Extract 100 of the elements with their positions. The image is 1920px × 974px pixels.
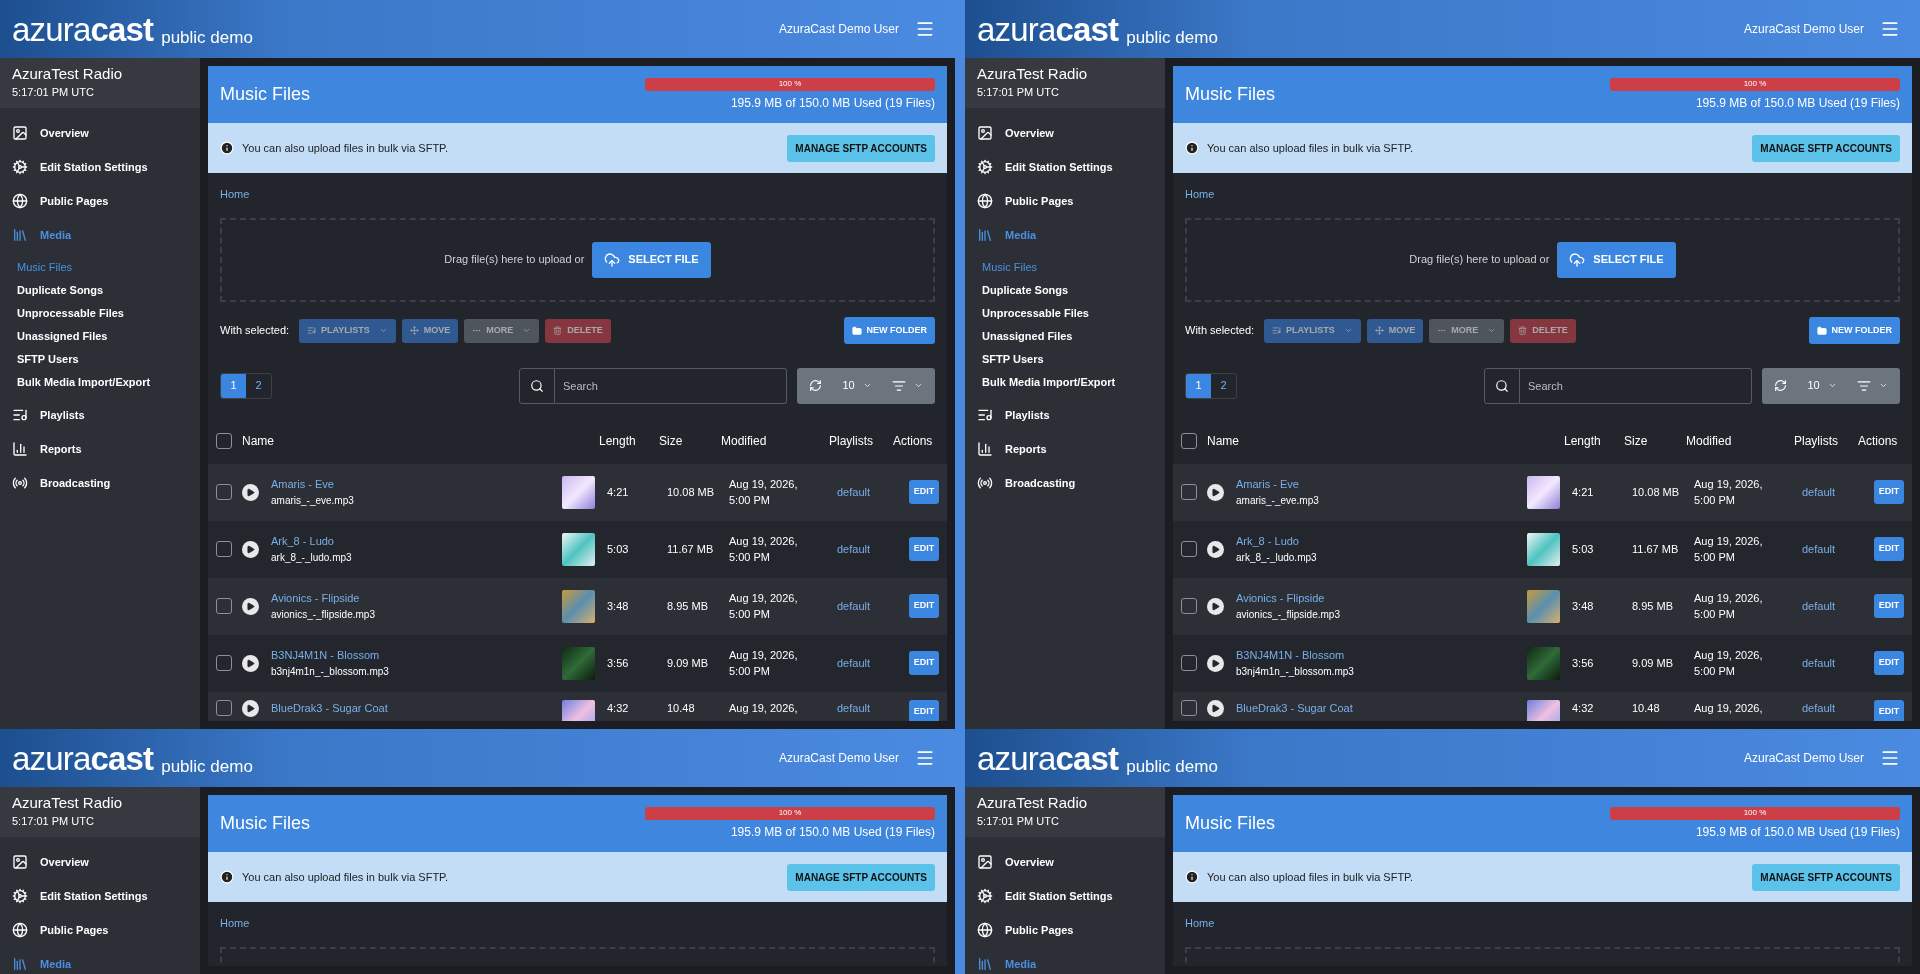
track-title[interactable]: BlueDrak3 - Sugar Coat	[1236, 699, 1527, 716]
manage-sftp-button[interactable]: MANAGE SFTP ACCOUNTS	[1752, 134, 1900, 162]
manage-sftp-button[interactable]: MANAGE SFTP ACCOUNTS	[787, 863, 935, 891]
play-button[interactable]	[242, 699, 259, 717]
logo[interactable]: azuracast	[977, 741, 1119, 775]
nav-item[interactable]: Media	[0, 218, 200, 252]
track-title[interactable]: Ark_8 - Ludo	[1236, 533, 1527, 550]
user-name[interactable]: AzuraCast Demo User	[778, 20, 899, 38]
nav-subitem[interactable]: Unprocessable Files	[0, 302, 200, 325]
menu-icon[interactable]	[915, 19, 935, 39]
dropzone[interactable]: Drag file(s) here to upload or SELECT FILE	[220, 217, 935, 302]
column-header[interactable]: Actions	[893, 431, 939, 450]
logo[interactable]: azuracast	[12, 741, 154, 775]
nav-item[interactable]: Broadcasting	[965, 466, 1165, 500]
menu-icon[interactable]	[915, 748, 935, 768]
user-name[interactable]: AzuraCast Demo User	[1743, 749, 1864, 767]
nav-subitem[interactable]: SFTP Users	[0, 348, 200, 371]
nav-item[interactable]: Public Pages	[0, 184, 200, 218]
table-row[interactable]: Avionics - Flipside avionics_-_flipside.mp3 3:48 8.95 MB Aug 19, 2026, 5:00 PM default EDIT	[1173, 577, 1912, 635]
nav-subitem[interactable]: Duplicate Songs	[0, 279, 200, 302]
nav-subitem[interactable]: Bulk Media Import/Export	[965, 371, 1165, 394]
filter-button[interactable]	[1857, 378, 1888, 393]
per-page-select[interactable]: 10	[1807, 377, 1837, 394]
column-header[interactable]: Length	[1564, 431, 1624, 450]
track-title[interactable]: B3NJ4M1N - Blossom	[271, 647, 562, 664]
new-folder-button[interactable]: NEW FOLDER	[1808, 317, 1900, 344]
logo[interactable]: azuracast	[12, 12, 154, 46]
breadcrumb-link[interactable]: Home	[220, 915, 935, 932]
select-file-button[interactable]: SELECT FILE	[1557, 241, 1676, 278]
manage-sftp-button[interactable]: MANAGE SFTP ACCOUNTS	[787, 134, 935, 162]
nav-item[interactable]: Overview	[0, 116, 200, 150]
table-row[interactable]: BlueDrak3 - Sugar Coat 4:32 10.48 Aug 19, 2026, default EDIT	[208, 691, 947, 721]
refresh-icon[interactable]	[1774, 379, 1787, 392]
refresh-icon[interactable]	[809, 379, 822, 392]
user-name[interactable]: AzuraCast Demo User	[1743, 20, 1864, 38]
column-header[interactable]: Name	[242, 431, 599, 450]
track-title[interactable]: Ark_8 - Ludo	[271, 533, 562, 550]
edit-button[interactable]: EDIT	[1874, 594, 1904, 618]
filter-button[interactable]	[892, 378, 923, 393]
edit-button[interactable]: EDIT	[909, 651, 939, 675]
menu-icon[interactable]	[1880, 748, 1900, 768]
nav-subitem[interactable]: SFTP Users	[965, 348, 1165, 371]
search-field[interactable]: Search	[1520, 367, 1752, 404]
table-row[interactable]: Amaris - Eve amaris_-_eve.mp3 4:21 10.08 MB Aug 19, 2026, 5:00 PM default EDIT	[1173, 463, 1912, 521]
nav-item[interactable]: Media	[965, 218, 1165, 252]
edit-button[interactable]: EDIT	[909, 699, 939, 721]
nav-subitem[interactable]: Duplicate Songs	[965, 279, 1165, 302]
nav-item[interactable]: Overview	[965, 116, 1165, 150]
nav-subitem[interactable]: Unassigned Files	[965, 325, 1165, 348]
edit-button[interactable]: EDIT	[1874, 651, 1904, 675]
play-button[interactable]	[242, 483, 259, 501]
play-button[interactable]	[1207, 654, 1224, 672]
track-title[interactable]: Avionics - Flipside	[1236, 590, 1527, 607]
edit-button[interactable]: EDIT	[1874, 699, 1904, 721]
column-header[interactable]: Playlists	[829, 431, 893, 450]
dropzone[interactable]: Drag file(s) here to upload or SELECT FILE	[1185, 217, 1900, 302]
select-file-button[interactable]: SELECT FILE	[592, 241, 711, 278]
column-header[interactable]: Playlists	[1794, 431, 1858, 450]
table-row[interactable]: BlueDrak3 - Sugar Coat 4:32 10.48 Aug 19, 2026, default EDIT	[1173, 691, 1912, 721]
play-button[interactable]	[242, 540, 259, 558]
nav-item[interactable]: Public Pages	[965, 184, 1165, 218]
checkbox[interactable]	[216, 655, 232, 671]
search-field[interactable]: Search	[555, 367, 787, 404]
column-header[interactable]: Name	[1207, 431, 1564, 450]
edit-button[interactable]: EDIT	[909, 537, 939, 561]
column-header[interactable]: Modified	[721, 431, 829, 450]
playlist-link[interactable]: default	[1802, 540, 1866, 558]
checkbox[interactable]	[1181, 699, 1197, 716]
nav-item[interactable]: Media	[965, 947, 1165, 974]
nav-item[interactable]: Edit Station Settings	[965, 150, 1165, 184]
nav-subitem[interactable]: Music Files	[965, 256, 1165, 279]
breadcrumb-link[interactable]: Home	[1185, 186, 1900, 203]
nav-item[interactable]: Public Pages	[0, 913, 200, 947]
edit-button[interactable]: EDIT	[1874, 537, 1904, 561]
track-title[interactable]: Amaris - Eve	[1236, 476, 1527, 493]
track-title[interactable]: B3NJ4M1N - Blossom	[1236, 647, 1527, 664]
track-title[interactable]: BlueDrak3 - Sugar Coat	[271, 699, 562, 716]
edit-button[interactable]: EDIT	[1874, 480, 1904, 504]
checkbox[interactable]	[1181, 598, 1197, 614]
column-header[interactable]: Size	[1624, 431, 1686, 450]
nav-item[interactable]: Edit Station Settings	[0, 879, 200, 913]
breadcrumb-link[interactable]: Home	[220, 186, 935, 203]
checkbox[interactable]	[1181, 541, 1197, 557]
play-button[interactable]	[1207, 699, 1224, 717]
nav-item[interactable]: Playlists	[0, 398, 200, 432]
track-title[interactable]: Avionics - Flipside	[271, 590, 562, 607]
playlist-link[interactable]: default	[1802, 597, 1866, 615]
per-page-select[interactable]: 10	[842, 377, 872, 394]
checkbox[interactable]	[1181, 655, 1197, 671]
nav-item[interactable]: Edit Station Settings	[965, 879, 1165, 913]
play-button[interactable]	[242, 654, 259, 672]
nav-item[interactable]: Broadcasting	[0, 466, 200, 500]
page-button[interactable]: 1	[1186, 373, 1211, 398]
play-button[interactable]	[1207, 597, 1224, 615]
play-button[interactable]	[1207, 540, 1224, 558]
playlist-link[interactable]: default	[837, 483, 901, 501]
checkbox[interactable]	[216, 484, 232, 500]
checkbox[interactable]	[216, 541, 232, 557]
table-row[interactable]: Avionics - Flipside avionics_-_flipside.mp3 3:48 8.95 MB Aug 19, 2026, 5:00 PM default EDIT	[208, 577, 947, 635]
nav-subitem[interactable]: Bulk Media Import/Export	[0, 371, 200, 394]
